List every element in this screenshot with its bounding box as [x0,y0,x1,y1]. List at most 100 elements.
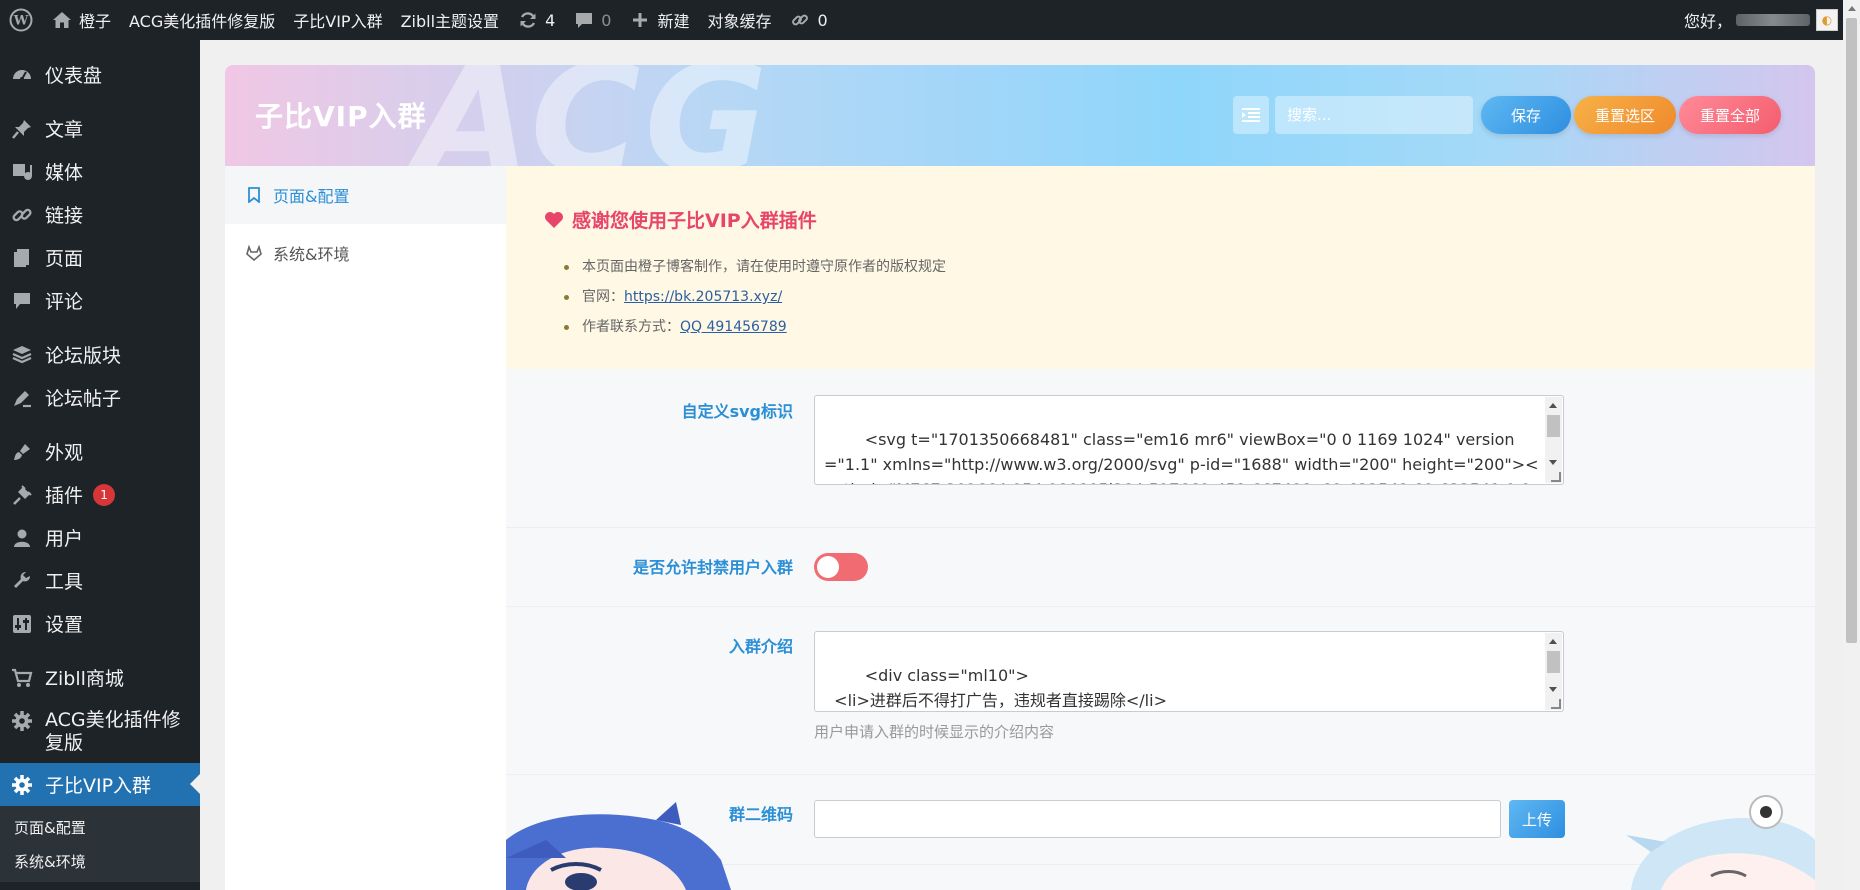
wordpress-icon: W [9,8,33,32]
adminbar-comments[interactable]: 0 [564,0,620,40]
qq-contact-link[interactable]: QQ 491456789 [680,319,787,335]
sidebar-item-users[interactable]: 用户 [0,516,200,559]
settings-content: 感谢您使用子比VIP入群插件 本页面由橙子博客制作，请在使用时遵守原作者的版权规… [506,166,1815,890]
sidebar-item-posts[interactable]: 文章 [0,107,200,150]
page-icon [10,246,34,270]
avatar[interactable]: ◐ [1816,9,1838,31]
notice-item: 作者联系方式：QQ 491456789 [562,312,946,342]
refresh-icon [517,9,539,31]
section-tabs: 页面&配置 系统&环境 [225,166,506,890]
gear-icon [10,709,34,733]
plugin-icon [10,483,34,507]
adminbar-object-cache[interactable]: 对象缓存 [698,0,780,40]
adminbar-zibi-vip[interactable]: 子比VIP入群 [284,0,391,40]
sidebar-item-settings[interactable]: 设置 [0,602,200,645]
resize-handle[interactable] [1551,472,1561,482]
sidebar-item-dashboard[interactable]: 仪表盘 [0,53,200,96]
appearance-icon [10,440,34,464]
save-button[interactable]: 保存 [1481,96,1571,134]
bookmark-icon [245,186,263,204]
panel-header: ACG 子比VIP入群 保存 重置选区 重置全部 [225,65,1815,166]
admin-bar: W 橙子 ACG美化插件修复版 子比VIP入群 Zibll主题设置 4 0 新建… [0,0,1860,40]
adminbar-acg-plugin[interactable]: ACG美化插件修复版 [120,0,284,40]
search-input[interactable] [1275,96,1473,134]
allow-banned-toggle[interactable] [814,553,868,581]
gitlab-icon [245,244,263,262]
sidebar-item-pages[interactable]: 页面 [0,236,200,279]
upload-button[interactable]: 上传 [1509,800,1565,838]
notice-item: 官网：https://bk.205713.xyz/ [562,282,946,312]
window-scrollbar[interactable] [1843,0,1860,890]
sidebar-item-zibll-shop[interactable]: Zibll商城 [0,656,200,699]
site-name-menu[interactable]: 橙子 [42,0,120,40]
gear-icon [10,773,34,797]
sidebar-item-plugins[interactable]: 插件 1 [0,473,200,516]
dashboard-icon [10,63,34,87]
sidebar-item-links[interactable]: 链接 [0,193,200,236]
wordpress-logo[interactable]: W [0,0,42,40]
wrench-icon [10,569,34,593]
sidebar-item-forum-posts[interactable]: 论坛帖子 [0,376,200,419]
resize-handle[interactable] [1551,699,1561,709]
field-group-intro: 入群介绍 <div class="ml10"> <li>进群后不得打广告，违规者… [506,607,1815,775]
field-allow-banned: 是否允许封禁用户入群 [506,528,1815,607]
sidebar-item-tools[interactable]: 工具 [0,559,200,602]
reset-section-button[interactable]: 重置选区 [1574,96,1676,134]
post-icon [10,386,34,410]
user-icon [10,526,34,550]
submenu-page-config[interactable]: 页面&配置 [0,810,200,844]
plus-icon [629,9,651,31]
comment-icon [573,9,595,31]
adminbar-account[interactable]: 您好， ◐ [1684,8,1860,32]
notice-title: 感谢您使用子比VIP入群插件 [544,206,817,233]
options-panel: ACG 子比VIP入群 保存 重置选区 重置全部 页面&配置 系统&环境 感谢您… [225,65,1815,890]
sidebar-item-media[interactable]: 媒体 [0,150,200,193]
svg-text:W: W [13,14,29,29]
sidebar-item-acg-plugin[interactable]: ACG美化插件修复版 [0,699,200,763]
field-help-text: 用户申请入群的时候显示的介绍内容 [814,723,1055,741]
media-icon [10,160,34,184]
sidebar-submenu: 页面&配置 系统&环境 [0,806,200,882]
qrcode-url-input[interactable] [814,800,1501,838]
cart-icon [10,666,34,690]
custom-svg-textarea[interactable]: <svg t="1701350668481" class="em16 mr6" … [814,395,1564,485]
thanks-notice: 感谢您使用子比VIP入群插件 本页面由橙子博客制作，请在使用时遵守原作者的版权规… [506,166,1815,369]
pin-icon [10,117,34,141]
settings-icon [10,612,34,636]
website-link[interactable]: https://bk.205713.xyz/ [624,289,782,305]
list-icon [1242,108,1260,122]
username-blurred [1736,14,1810,26]
admin-sidebar: 仪表盘 文章 媒体 链接 页面 评论 论坛版块 论坛帖子 外观 插件 1 用户 … [0,40,200,890]
sidebar-item-appearance[interactable]: 外观 [0,430,200,473]
field-label: 是否允许封禁用户入群 [632,558,793,577]
sidebar-item-zibi-vip[interactable]: 子比VIP入群 [0,763,200,806]
chain-link-icon [789,9,811,31]
sidebar-item-comments[interactable]: 评论 [0,279,200,322]
tab-page-config[interactable]: 页面&配置 [225,166,506,224]
expand-toggle-button[interactable] [1233,96,1269,134]
submenu-system-env[interactable]: 系统&环境 [0,844,200,878]
sidebar-item-forum-boards[interactable]: 论坛版块 [0,333,200,376]
panel-title: 子比VIP入群 [255,100,427,133]
header-toolbar: 保存 重置选区 重置全部 [1233,96,1781,134]
field-label: 入群介绍 [728,637,793,656]
adminbar-links[interactable]: 0 [780,0,836,40]
comment-bubble-icon [10,289,34,313]
textarea-scrollbar[interactable] [1545,397,1562,483]
adminbar-new[interactable]: 新建 [620,0,698,40]
header-watermark: ACG [415,65,772,166]
anime-character-left [506,802,731,890]
group-intro-textarea[interactable]: <div class="ml10"> <li>进群后不得打广告，违规者直接踢除<… [814,631,1564,712]
adminbar-updates[interactable]: 4 [508,0,564,40]
reset-all-button[interactable]: 重置全部 [1679,96,1781,134]
plugin-update-badge: 1 [93,483,116,506]
field-label: 自定义svg标识 [681,402,793,421]
heart-icon [544,211,564,229]
greeting-text: 您好， [1683,12,1732,31]
adminbar-zibll-settings[interactable]: Zibll主题设置 [392,0,508,40]
home-icon [51,9,73,31]
field-custom-svg: 自定义svg标识 <svg t="1701350668481" class="e… [506,369,1815,528]
notice-item: 本页面由橙子博客制作，请在使用时遵守原作者的版权规定 [562,252,946,282]
anime-character-right [1626,795,1815,890]
tab-system-env[interactable]: 系统&环境 [225,224,506,282]
